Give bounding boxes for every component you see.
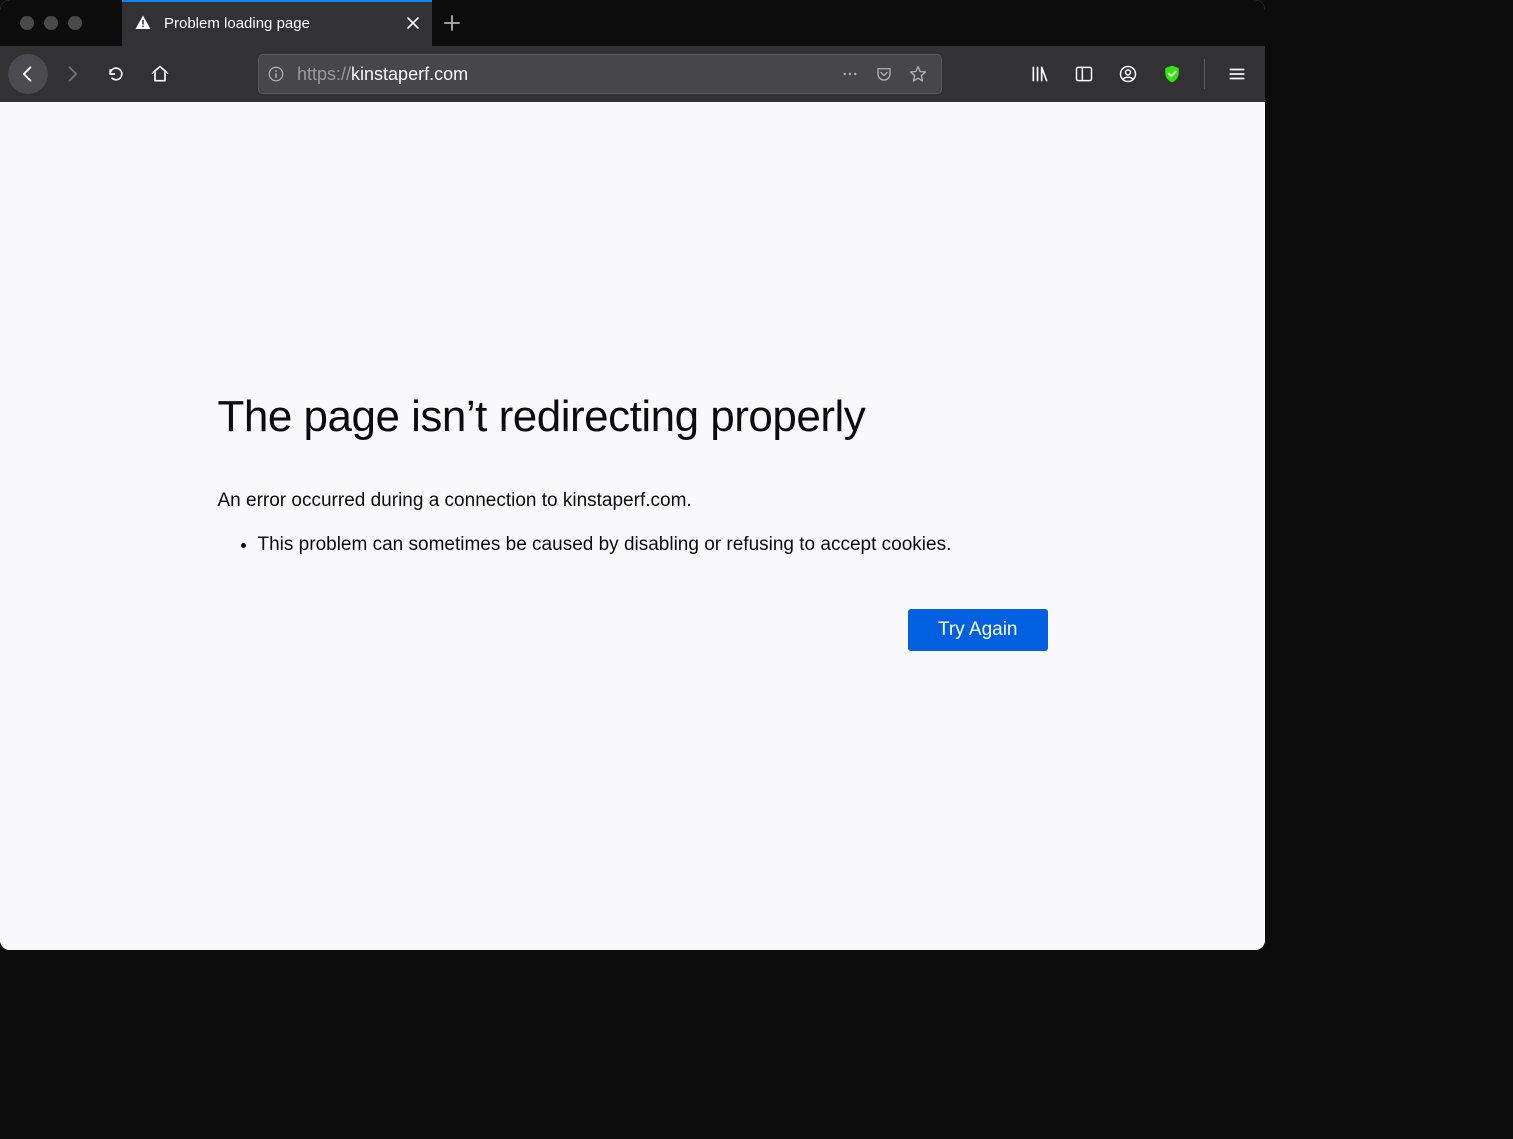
url-protocol: https:// [297, 64, 351, 85]
url-text: https://kinstaperf.com [297, 64, 829, 85]
titlebar: Problem loading page [0, 0, 1265, 46]
account-button[interactable] [1108, 54, 1148, 94]
window-close-dot[interactable] [20, 16, 34, 30]
home-button[interactable] [140, 54, 180, 94]
error-container: The page isn’t redirecting properly An e… [218, 392, 1048, 950]
page-content: The page isn’t redirecting properly An e… [0, 102, 1265, 950]
tab-close-button[interactable] [406, 16, 420, 30]
window-minimize-dot[interactable] [44, 16, 58, 30]
back-button[interactable] [8, 54, 48, 94]
error-detail-item: This problem can sometimes be caused by … [258, 532, 1048, 559]
sidebar-button[interactable] [1064, 54, 1104, 94]
forward-button[interactable] [52, 54, 92, 94]
shield-icon[interactable] [1152, 54, 1192, 94]
reload-button[interactable] [96, 54, 136, 94]
error-title: The page isn’t redirecting properly [218, 392, 1048, 442]
tab-title: Problem loading page [164, 15, 394, 32]
nav-toolbar: https://kinstaperf.com [0, 46, 1265, 102]
new-tab-button[interactable] [432, 0, 472, 46]
try-again-button[interactable]: Try Again [908, 609, 1048, 651]
bookmark-star-button[interactable] [903, 59, 933, 89]
url-host: kinstaperf.com [351, 64, 468, 85]
url-bar[interactable]: https://kinstaperf.com [258, 54, 942, 94]
error-subtitle: An error occurred during a connection to… [218, 490, 1048, 512]
site-info-icon[interactable] [267, 65, 285, 83]
toolbar-divider [1204, 59, 1205, 89]
window-zoom-dot[interactable] [68, 16, 82, 30]
warning-icon [134, 14, 152, 32]
library-button[interactable] [1020, 54, 1060, 94]
pocket-button[interactable] [869, 59, 899, 89]
hamburger-menu-button[interactable] [1217, 54, 1257, 94]
error-detail-list: This problem can sometimes be caused by … [218, 532, 1048, 559]
window-controls [0, 16, 122, 30]
browser-tab-active[interactable]: Problem loading page [122, 0, 432, 46]
page-actions-button[interactable] [835, 59, 865, 89]
